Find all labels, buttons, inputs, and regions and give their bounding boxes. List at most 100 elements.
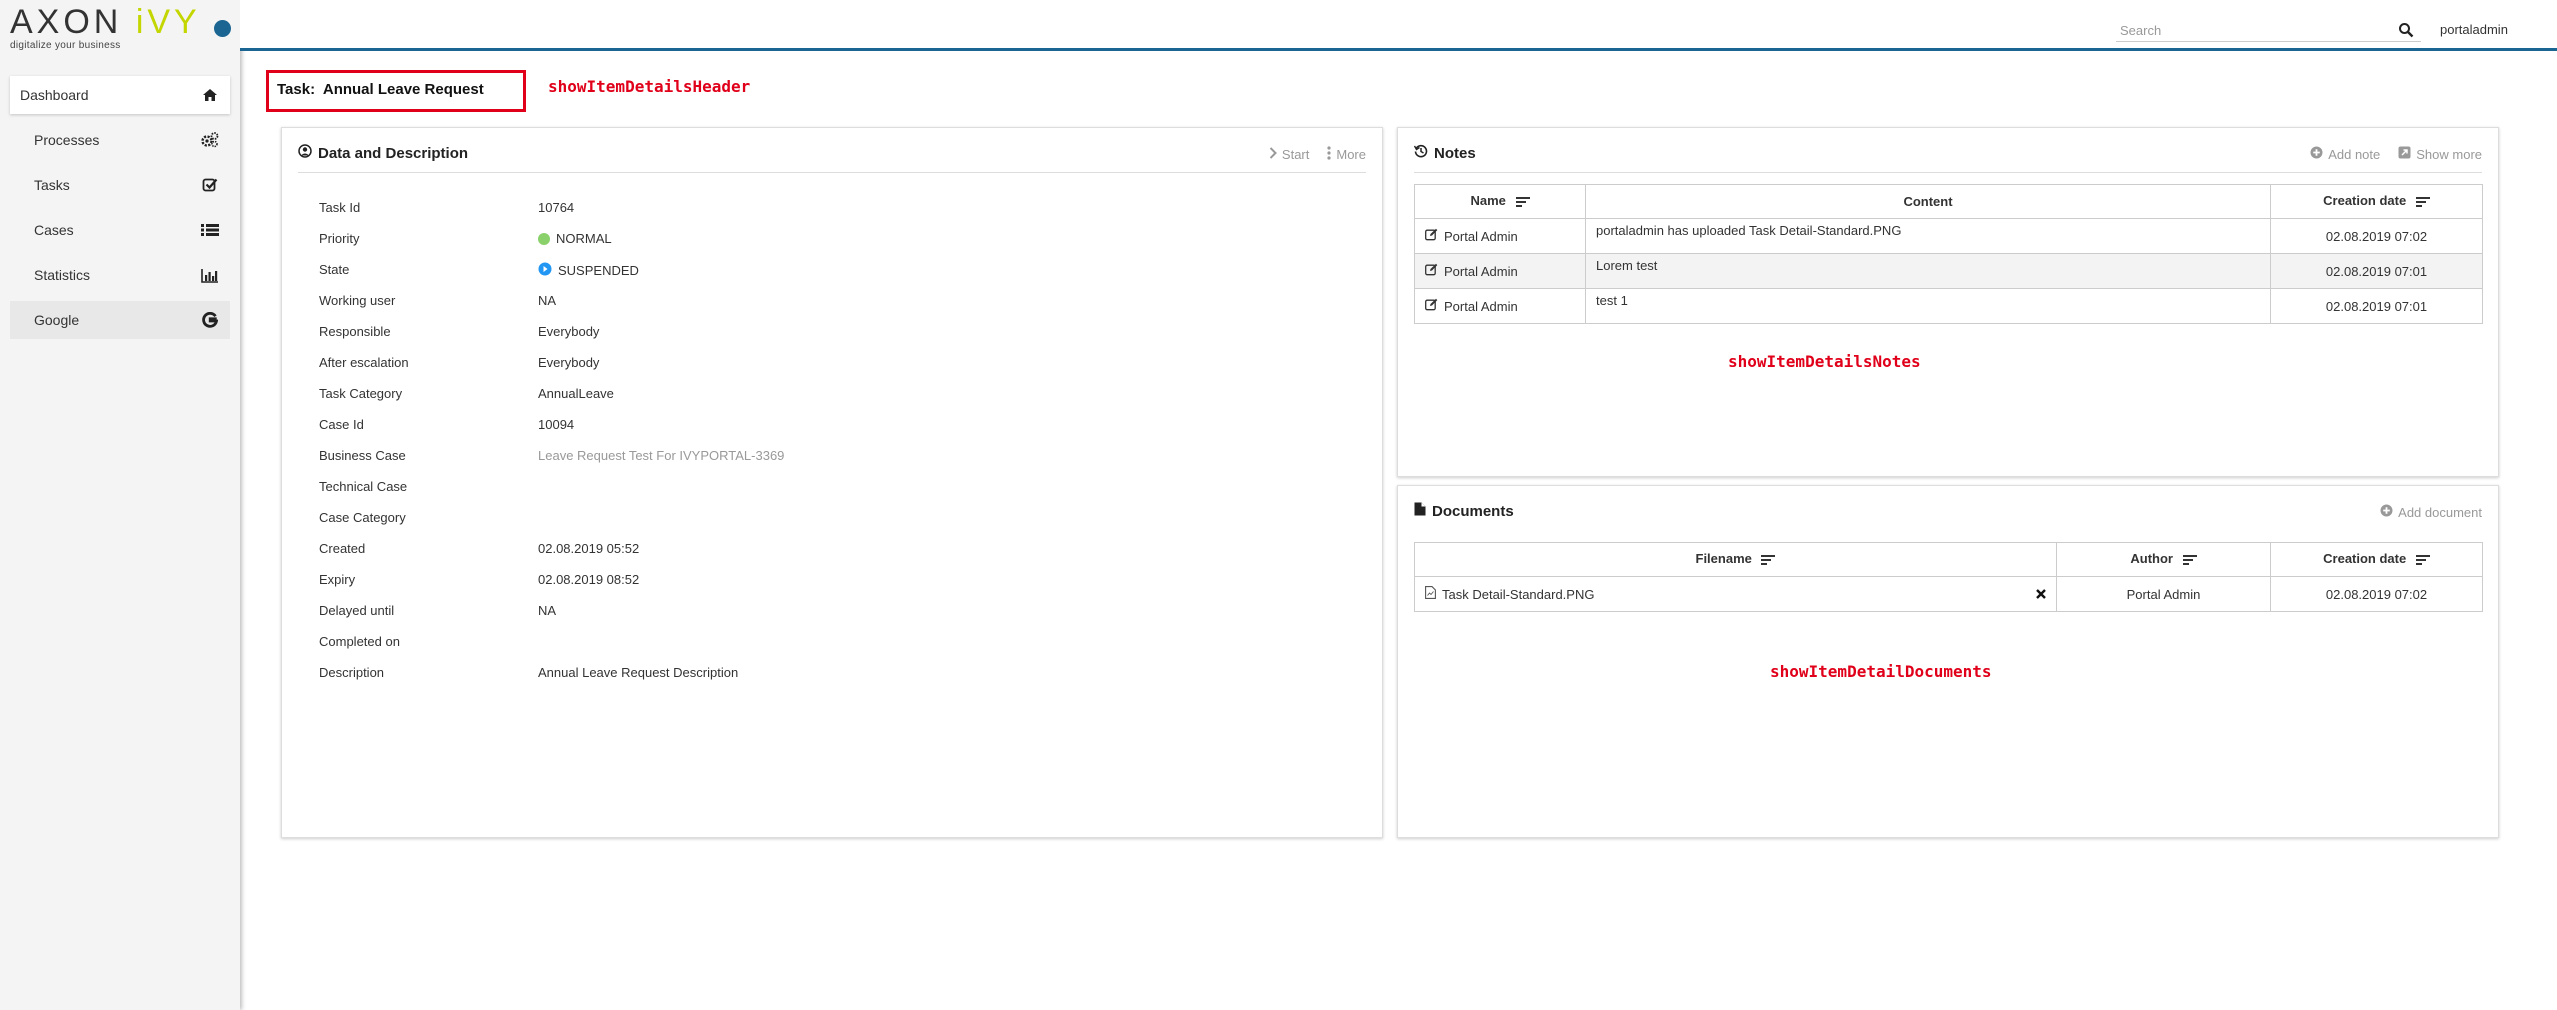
notes-table: Name Content Creation date Portal Admin … (1414, 184, 2483, 324)
column-header-filename[interactable]: Filename (1414, 542, 2057, 577)
sort-icon[interactable] (1515, 195, 1530, 210)
sidebar-item-label: Processes (34, 132, 100, 148)
sidebar-item-label: Cases (34, 222, 74, 238)
sidebar-item-cases[interactable]: Cases (10, 211, 230, 249)
column-header-content[interactable]: Content (1585, 184, 2271, 219)
plus-circle-icon (2310, 146, 2323, 162)
panel-title-text: Data and Description (318, 144, 469, 162)
start-button[interactable]: Start (1269, 146, 1309, 163)
divider (298, 172, 1366, 173)
note-content: Lorem test (1585, 253, 2271, 289)
edit-icon[interactable] (1425, 298, 1438, 314)
detail-label: Completed on (319, 634, 400, 649)
detail-label: Expiry (319, 572, 356, 587)
column-header-name[interactable]: Name (1414, 184, 1586, 219)
detail-label: Case Category (319, 510, 406, 525)
page-title-text: Annual Leave Request (322, 81, 484, 98)
logo-brand-axon: AXON (10, 3, 123, 41)
sort-icon[interactable] (2182, 553, 2197, 568)
sidebar: AXON iVY digitalize your business Dashbo… (0, 0, 240, 1010)
detail-value-wrap: SUSPENDED (538, 262, 639, 279)
user-circle-icon (298, 144, 312, 162)
plus-circle-icon (2380, 504, 2393, 520)
note-content: test 1 (1585, 288, 2271, 324)
list-icon (200, 211, 220, 249)
note-author: Portal Admin (1444, 298, 1518, 314)
data-description-panel: Data and Description Start More Task Id … (281, 127, 1383, 838)
document-author: Portal Admin (2056, 576, 2271, 612)
panel-title: Data and Description (298, 144, 468, 162)
ellipsis-vertical-icon (1327, 146, 1331, 163)
detail-label: Case Id (319, 417, 364, 432)
sort-icon[interactable] (2415, 195, 2430, 210)
detail-label: Created (319, 541, 366, 556)
column-header-label: Creation date (2323, 193, 2407, 209)
column-header-author[interactable]: Author (2056, 542, 2271, 577)
annotation-notes: showItemDetailsNotes (1728, 352, 1921, 371)
search-input[interactable] (2116, 20, 2421, 42)
note-author-cell: Portal Admin (1414, 218, 1586, 254)
priority-indicator-icon (538, 232, 550, 245)
column-header-creation-date[interactable]: Creation date (2270, 542, 2483, 577)
sort-icon[interactable] (2415, 553, 2430, 568)
page-title-prefix: Task: (277, 81, 316, 98)
detail-label: Delayed until (319, 603, 395, 618)
detail-value: 02.08.2019 08:52 (538, 572, 640, 587)
detail-label: After escalation (319, 355, 409, 370)
delete-document-icon[interactable] (2036, 587, 2046, 602)
sidebar-item-statistics[interactable]: Statistics (10, 256, 230, 294)
table-row: Portal Admin test 1 02.08.2019 07:01 (1414, 288, 2483, 324)
search-icon[interactable] (2398, 22, 2416, 40)
panel-title: Notes (1413, 144, 1476, 162)
sidebar-item-google[interactable]: Google (10, 301, 230, 339)
sidebar-item-processes[interactable]: Processes (10, 121, 230, 159)
logo[interactable]: AXON iVY digitalize your business (10, 2, 210, 62)
sidebar-item-label: Google (34, 312, 80, 328)
detail-value: AnnualLeave (538, 386, 614, 401)
document-file-icon (1425, 586, 1436, 602)
detail-label: State (319, 262, 350, 277)
suspended-state-icon (538, 262, 552, 279)
detail-label: Responsible (319, 324, 391, 339)
business-case-link[interactable]: Leave Request Test For IVYPORTAL-3369 (538, 448, 784, 463)
document-date: 02.08.2019 07:02 (2270, 576, 2483, 612)
sidebar-item-tasks[interactable]: Tasks (10, 166, 230, 204)
more-button[interactable]: More (1327, 146, 1366, 163)
sidebar-item-dashboard[interactable]: Dashboard (10, 76, 230, 114)
edit-icon[interactable] (1425, 228, 1438, 244)
note-date: 02.08.2019 07:02 (2270, 218, 2483, 254)
table-row: Portal Admin portaladmin has uploaded Ta… (1414, 218, 2483, 254)
detail-label: Description (319, 665, 385, 680)
note-author-cell: Portal Admin (1414, 253, 1586, 289)
table-row: Portal Admin Lorem test 02.08.2019 07:01 (1414, 253, 2483, 289)
gears-icon (200, 121, 220, 159)
column-header-label: Filename (1695, 551, 1752, 567)
documents-panel: Documents Add document Filename Author C… (1397, 485, 2499, 838)
note-author-cell: Portal Admin (1414, 288, 1586, 324)
edit-icon[interactable] (1425, 263, 1438, 279)
column-header-creation-date[interactable]: Creation date (2270, 184, 2483, 219)
file-icon (1414, 502, 1426, 520)
note-date: 02.08.2019 07:01 (2270, 253, 2483, 289)
detail-value: NA (538, 603, 557, 618)
detail-value: NORMAL (556, 231, 612, 246)
panel-title-text: Notes (1434, 144, 1476, 162)
detail-value: Annual Leave Request Description (538, 665, 739, 680)
panel-title: Documents (1414, 502, 1514, 520)
top-bar: portaladmin (240, 0, 2557, 51)
sort-icon[interactable] (1761, 553, 1776, 568)
show-more-notes-button[interactable]: Show more (2398, 146, 2482, 162)
document-filename-link[interactable]: Task Detail-Standard.PNG (1442, 587, 1594, 602)
note-author: Portal Admin (1444, 263, 1518, 279)
detail-value: 10094 (538, 417, 575, 432)
add-document-button[interactable]: Add document (2380, 504, 2482, 520)
sidebar-item-label: Statistics (34, 267, 91, 283)
user-menu[interactable]: portaladmin (2440, 22, 2508, 37)
detail-value: SUSPENDED (558, 263, 639, 278)
column-header-label: Creation date (2323, 551, 2407, 567)
sidebar-toggle-button[interactable] (214, 20, 231, 37)
column-header-label: Author (2130, 551, 2173, 567)
chevron-right-icon (1269, 147, 1277, 162)
document-filename-cell: Task Detail-Standard.PNG (1414, 576, 2057, 612)
add-note-button[interactable]: Add note (2310, 146, 2380, 162)
